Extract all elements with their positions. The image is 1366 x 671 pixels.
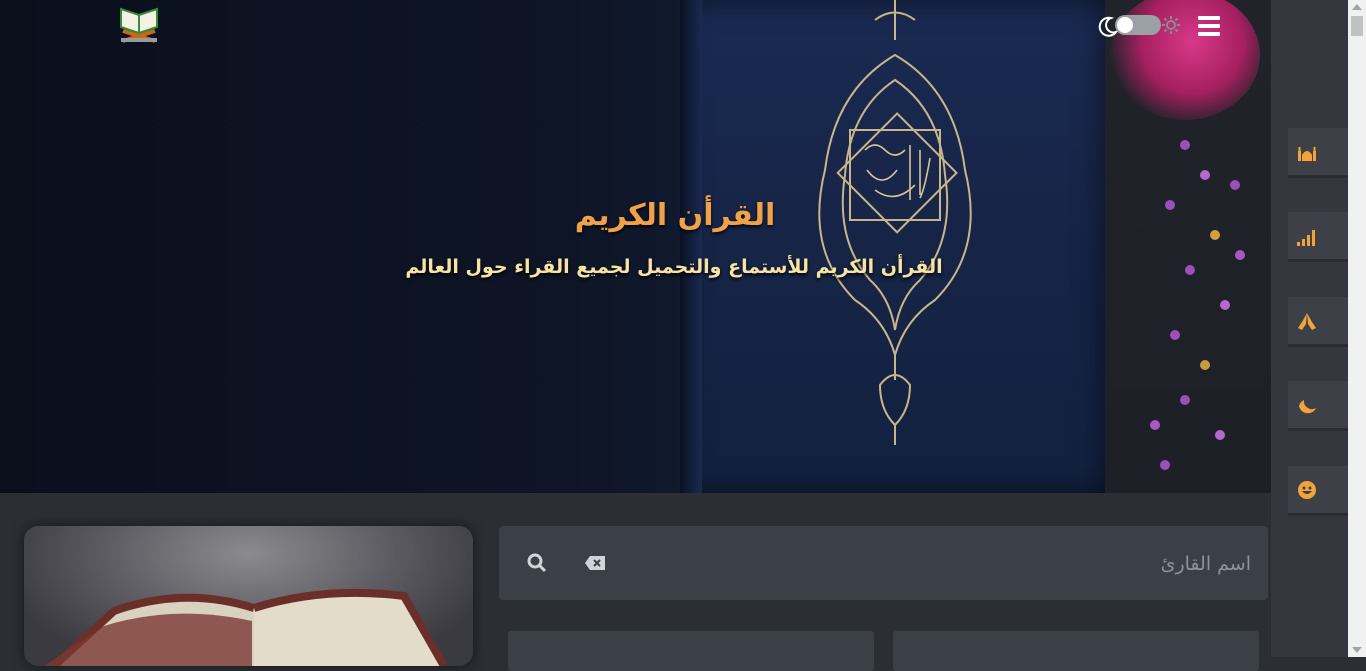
side-rail	[1271, 0, 1348, 657]
theme-toggle[interactable]	[1098, 12, 1182, 40]
scroll-thumb[interactable]	[1351, 16, 1363, 36]
page-title: القرأن الكريم	[574, 198, 776, 233]
hamburger-menu-icon[interactable]	[1198, 14, 1220, 38]
reader-card[interactable]	[893, 631, 1259, 671]
quran-book-icon[interactable]	[117, 5, 161, 43]
reader-search-input[interactable]	[639, 544, 1253, 584]
toggle-knob	[1117, 17, 1133, 33]
praying-hands-icon	[1298, 312, 1316, 330]
reader-search-bar	[499, 526, 1268, 600]
rail-item-mosque[interactable]	[1288, 128, 1348, 178]
book-spine	[680, 0, 702, 493]
open-book-image	[24, 526, 473, 666]
scroll-down-arrow[interactable]	[1352, 647, 1362, 653]
backspace-icon[interactable]	[584, 555, 606, 571]
signal-bars-icon	[1297, 229, 1315, 246]
smile-icon	[1298, 480, 1316, 499]
rail-item-signal[interactable]	[1288, 212, 1348, 262]
mosque-icon	[1298, 146, 1316, 161]
rail-item-pray[interactable]	[1288, 297, 1348, 347]
crescent-moon-icon	[1299, 399, 1316, 413]
cover-ornament	[818, 0, 972, 445]
reader-card[interactable]	[508, 631, 874, 671]
rail-item-smile[interactable]	[1288, 466, 1348, 516]
page-subtitle: القرأن الكريم للأستماع والتحميل لجميع ال…	[405, 256, 943, 278]
hero-banner: القرأن الكريم القرأن الكريم للأستماع وال…	[0, 0, 1271, 493]
search-icon[interactable]	[527, 553, 547, 573]
page-scrollbar[interactable]	[1348, 0, 1366, 657]
scroll-up-arrow[interactable]	[1352, 4, 1362, 10]
rail-item-moon[interactable]	[1288, 381, 1348, 431]
open-book-illustration	[44, 588, 448, 666]
sun-icon	[1162, 16, 1180, 34]
